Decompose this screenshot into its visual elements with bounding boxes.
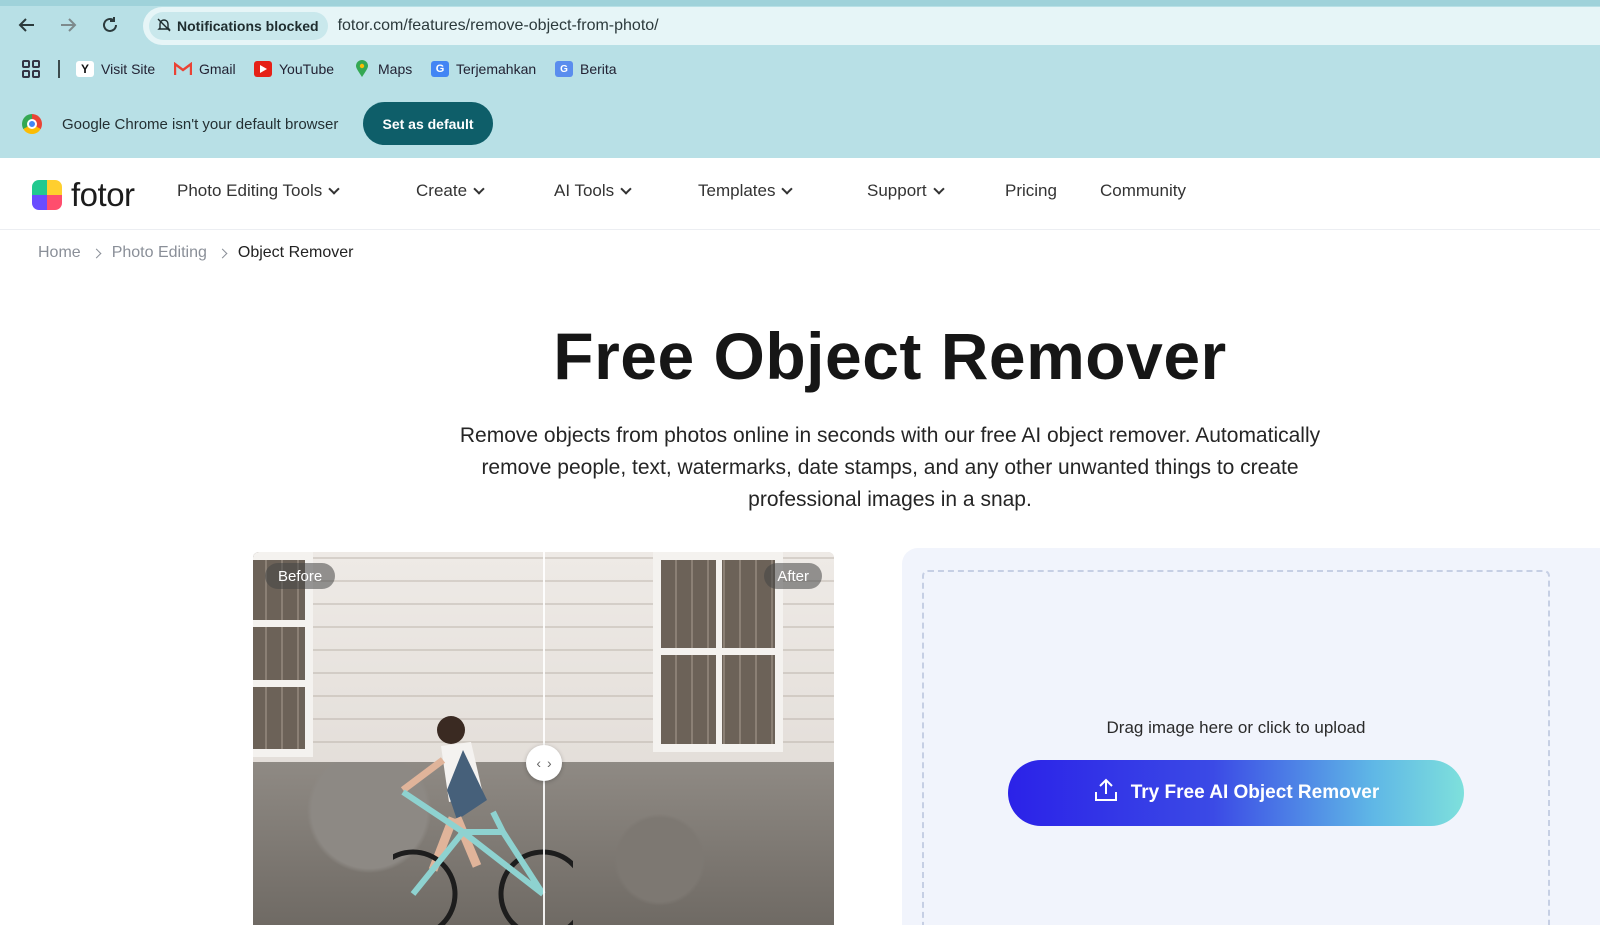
- nav-create[interactable]: Create: [416, 180, 485, 202]
- default-browser-message: Google Chrome isn't your default browser: [62, 116, 339, 133]
- breadcrumb: Home Photo Editing Object Remover: [38, 244, 353, 262]
- forward-icon[interactable]: [55, 12, 81, 38]
- notifications-blocked-chip[interactable]: Notifications blocked: [149, 12, 328, 40]
- nav-label: Support: [867, 181, 927, 200]
- chevron-down-icon: [620, 183, 632, 195]
- nav-label: Templates: [698, 181, 776, 200]
- bookmark-maps[interactable]: Maps: [353, 58, 412, 80]
- notifications-blocked-label: Notifications blocked: [177, 18, 319, 34]
- url-text[interactable]: fotor.com/features/remove-object-from-ph…: [338, 17, 659, 35]
- bookmark-gmail[interactable]: Gmail: [174, 58, 236, 80]
- before-tag: Before: [265, 563, 336, 589]
- upload-dropzone[interactable]: [922, 570, 1550, 925]
- chevron-right-icon: [91, 248, 102, 258]
- fotor-logo[interactable]: fotor: [32, 176, 135, 214]
- breadcrumb-home[interactable]: Home: [38, 244, 81, 262]
- address-bar[interactable]: Notifications blocked fotor.com/features…: [143, 7, 1600, 45]
- chrome-logo-icon: [22, 114, 42, 134]
- breadcrumb-photo-editing[interactable]: Photo Editing: [112, 244, 207, 262]
- yahoo-icon: Y: [76, 61, 94, 77]
- bookmark-label: Visit Site: [101, 61, 156, 77]
- chevron-right-icon: [217, 248, 228, 258]
- after-tag: After: [764, 563, 822, 589]
- fotor-logo-text: fotor: [71, 176, 135, 213]
- bookmark-terjemahkan[interactable]: G Terjemahkan: [431, 58, 536, 80]
- apps-grid-icon[interactable]: [22, 60, 40, 78]
- breadcrumb-current: Object Remover: [237, 244, 354, 261]
- maps-icon: [353, 60, 371, 77]
- nav-label: Create: [416, 181, 468, 200]
- nav-support[interactable]: Support: [867, 180, 945, 202]
- nav-pricing[interactable]: Pricing: [1005, 180, 1057, 202]
- bookmark-youtube[interactable]: YouTube: [254, 58, 334, 80]
- bookmark-label: YouTube: [279, 61, 335, 77]
- before-after-comparison[interactable]: ‹ › Before After: [253, 552, 834, 925]
- translate-icon: G: [431, 61, 449, 77]
- upload-hint: Drag image here or click to upload: [1106, 718, 1366, 737]
- news-icon: G: [555, 61, 573, 77]
- nav-label: Photo Editing Tools: [177, 181, 323, 200]
- back-icon[interactable]: [14, 12, 40, 38]
- youtube-icon: [254, 61, 272, 77]
- nav-community[interactable]: Community: [1100, 180, 1186, 202]
- chevron-down-icon: [328, 183, 340, 195]
- chevron-down-icon: [781, 183, 794, 195]
- chevron-down-icon: [473, 183, 485, 195]
- fotor-logo-icon: [32, 180, 62, 210]
- description-line: remove people, text, watermarks, date st…: [481, 456, 1299, 479]
- comparison-slider-handle[interactable]: ‹ ›: [526, 745, 562, 781]
- nav-label: AI Tools: [554, 181, 615, 200]
- gmail-icon: [174, 61, 192, 77]
- set-as-default-button[interactable]: Set as default: [363, 102, 493, 145]
- nav-ai-tools[interactable]: AI Tools: [554, 180, 632, 202]
- chevron-right-icon: ›: [547, 755, 552, 771]
- bookmark-label: Terjemahkan: [456, 61, 537, 77]
- tab-strip-edge: [0, 0, 1600, 6]
- bookmark-label: Gmail: [199, 61, 236, 77]
- chevron-left-icon: ‹: [536, 755, 541, 771]
- try-free-ai-object-remover-button[interactable]: Try Free AI Object Remover: [1008, 760, 1464, 826]
- bell-off-icon: [157, 18, 171, 35]
- window-right: [653, 552, 783, 752]
- description-line: Remove objects from photos online in sec…: [459, 424, 1321, 447]
- bookmark-visit-site[interactable]: Y Visit Site: [76, 58, 155, 80]
- bookmark-berita[interactable]: G Berita: [555, 58, 617, 80]
- bookmark-separator: [58, 60, 60, 78]
- description-line: professional images in a snap.: [748, 488, 1032, 511]
- bookmark-label: Berita: [580, 61, 617, 77]
- nav-label: Community: [1100, 181, 1186, 200]
- upload-icon: [1093, 777, 1119, 809]
- nav-label: Pricing: [1005, 181, 1057, 200]
- nav-templates[interactable]: Templates: [698, 180, 794, 202]
- comparison-divider: [543, 552, 545, 925]
- page-description: Remove objects from photos online in sec…: [380, 420, 1400, 516]
- page-title: Free Object Remover: [553, 319, 1227, 393]
- try-button-label: Try Free AI Object Remover: [1130, 782, 1380, 803]
- nav-photo-editing-tools[interactable]: Photo Editing Tools: [177, 180, 340, 202]
- bookmark-label: Maps: [378, 61, 413, 77]
- reload-icon[interactable]: [97, 12, 123, 38]
- chevron-down-icon: [932, 183, 945, 195]
